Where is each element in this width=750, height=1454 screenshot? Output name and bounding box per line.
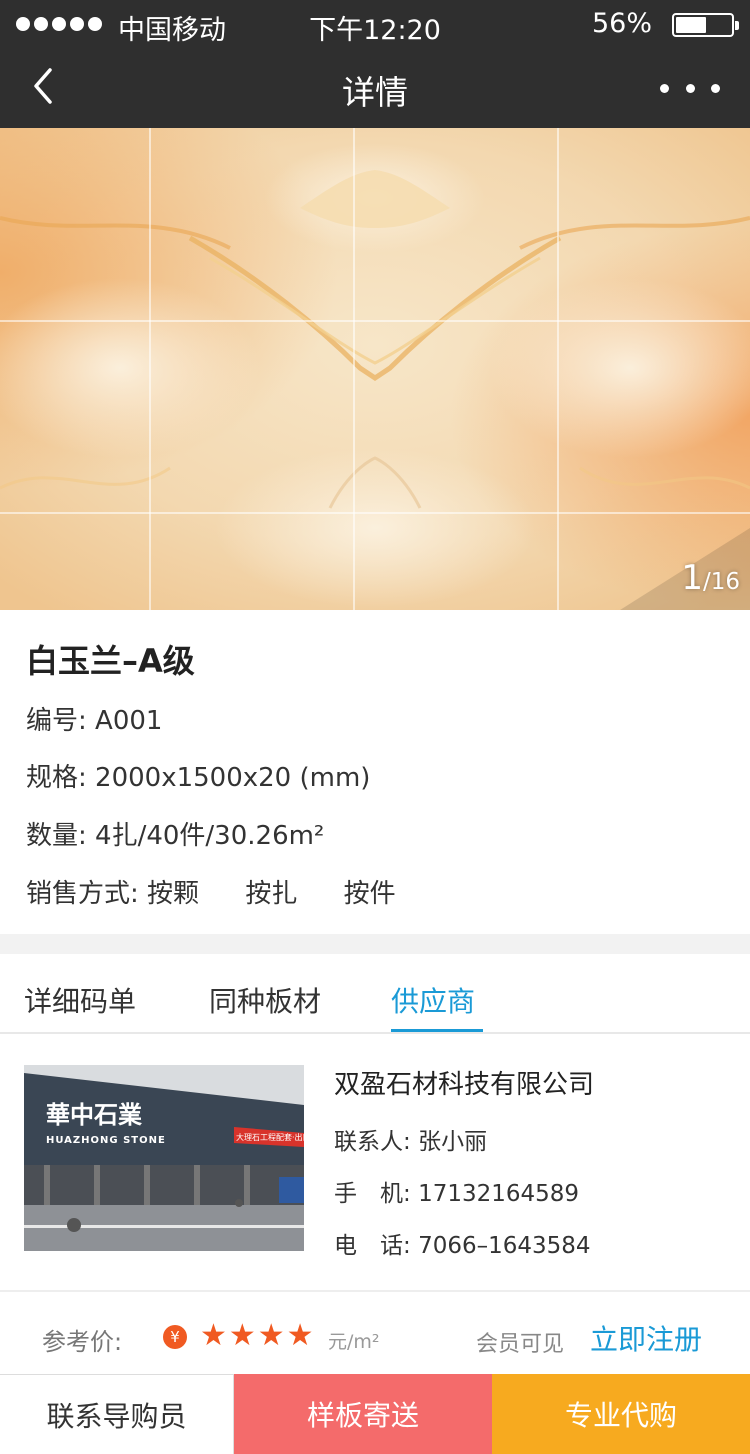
- bottom-action-bar: 联系导购员 样板寄送 专业代购: [0, 1374, 750, 1454]
- tab-detail-list[interactable]: 详细码单: [24, 980, 136, 1020]
- product-code-row: 编号: A001: [26, 700, 162, 737]
- supplier-photo-banner: 大理石工程配套·出口服务: [236, 1132, 304, 1142]
- supplier-contact-value: 张小丽: [418, 1129, 488, 1155]
- yen-icon: ¥: [163, 1325, 187, 1349]
- product-quantity-value: 4扎/40件/30.26m²: [95, 821, 325, 851]
- supplier-photo[interactable]: 大理石工程配套·出口服务 華中石業 HUAZHONG STONE: [24, 1065, 304, 1251]
- price-bar: 参考价: ¥ ★★★★ 元/m² 会员可见 立即注册: [0, 1290, 750, 1374]
- supplier-phone-value[interactable]: 7066–1643584: [418, 1233, 590, 1259]
- product-spec-label: 规格:: [26, 763, 87, 793]
- product-code-label: 编号:: [26, 706, 87, 736]
- product-spec-row: 规格: 2000x1500x20 (mm): [26, 757, 370, 794]
- top-bar: 中国移动 下午12:20 56% 详情: [0, 0, 750, 128]
- supplier-phone-row: 电 话: 7066–1643584: [334, 1226, 591, 1260]
- battery-icon: [672, 13, 739, 37]
- supplier-photo-sign-en: HUAZHONG STONE: [46, 1135, 166, 1146]
- section-divider: [0, 934, 750, 954]
- more-dots-icon: [660, 83, 669, 93]
- gallery-total: /16: [702, 569, 740, 595]
- product-title: 白玉兰–A级: [26, 642, 195, 680]
- more-button[interactable]: [660, 78, 720, 98]
- sales-method-label: 销售方式:: [26, 879, 139, 909]
- sales-method-by-piece[interactable]: 按颗: [147, 873, 199, 910]
- member-visible-note: 会员可见: [476, 1332, 565, 1357]
- active-tab-indicator: [391, 1029, 483, 1032]
- page-title: 详情: [342, 73, 408, 112]
- sample-delivery-button[interactable]: 样板寄送: [234, 1374, 492, 1454]
- product-quantity-row: 数量: 4扎/40件/30.26m²: [26, 815, 324, 852]
- gallery-current-index: 1: [681, 558, 703, 598]
- status-bar: 中国移动 下午12:20 56%: [0, 0, 750, 48]
- supplier-mobile-value[interactable]: 17132164589: [418, 1181, 579, 1207]
- supplier-photo-sign: 華中石業: [46, 1101, 142, 1129]
- professional-purchase-button[interactable]: 专业代购: [492, 1374, 750, 1454]
- price-label: 参考价:: [42, 1328, 123, 1356]
- supplier-mobile-label: 手 机:: [334, 1181, 411, 1207]
- tab-same-slabs[interactable]: 同种板材: [209, 980, 321, 1020]
- detail-tabs: 详细码单 同种板材 供应商: [0, 954, 750, 1034]
- masked-price: ★★★★: [200, 1318, 316, 1353]
- supplier-mobile-row: 手 机: 17132164589: [334, 1174, 579, 1208]
- supplier-contact-row: 联系人: 张小丽: [334, 1122, 487, 1156]
- battery-percent: 56%: [591, 8, 652, 39]
- price-unit: 元/m²: [328, 1331, 380, 1353]
- supplier-phone-label: 电 话:: [334, 1233, 411, 1259]
- gallery-pager: 1/16: [681, 558, 740, 598]
- marble-slab-image: [0, 128, 750, 610]
- supplier-contact-label: 联系人:: [334, 1129, 411, 1155]
- register-link[interactable]: 立即注册: [590, 1318, 702, 1358]
- sales-method-by-bundle[interactable]: 按扎: [245, 873, 297, 910]
- sales-method-by-slab[interactable]: 按件: [344, 873, 396, 910]
- supplier-name: 双盈石材科技有限公司: [334, 1070, 595, 1100]
- contact-guide-button[interactable]: 联系导购员: [0, 1374, 234, 1454]
- product-spec-value: 2000x1500x20 (mm): [95, 763, 371, 793]
- product-code-value: A001: [95, 706, 163, 736]
- tab-supplier[interactable]: 供应商: [391, 980, 475, 1020]
- product-image-gallery[interactable]: 1/16: [0, 128, 750, 610]
- sales-method-row: 销售方式: 按颗 按扎 按件: [26, 873, 434, 910]
- product-quantity-label: 数量:: [26, 821, 87, 851]
